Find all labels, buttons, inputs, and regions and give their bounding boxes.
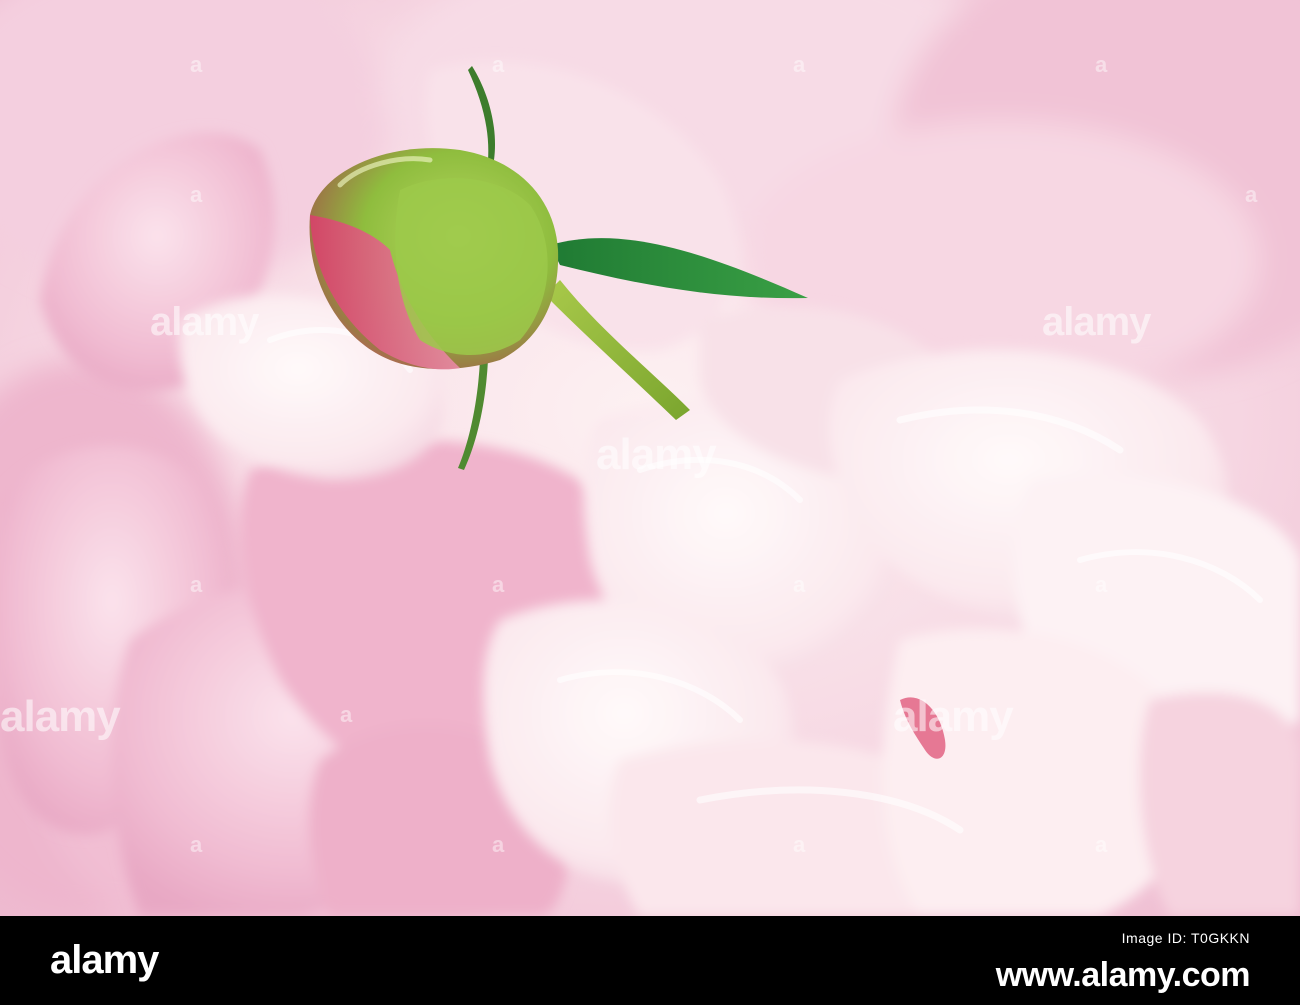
watermark-small: a xyxy=(1245,182,1258,207)
watermark-small: a xyxy=(793,832,806,857)
watermark-right: alamy xyxy=(893,692,1014,741)
watermark-small: a xyxy=(1095,832,1108,857)
site-url: www.alamy.com xyxy=(995,956,1251,994)
watermark-left: alamy xyxy=(0,692,121,741)
watermark-small: a xyxy=(340,702,353,727)
watermark-small: a xyxy=(492,832,505,857)
watermark-small: a xyxy=(793,572,806,597)
watermark-upper-left: alamy xyxy=(150,300,259,344)
watermark-small: a xyxy=(492,572,505,597)
watermark-center: alamy xyxy=(596,430,717,479)
watermark-small: a xyxy=(1095,572,1108,597)
alamy-logo: alamy xyxy=(50,938,159,982)
watermark-small: a xyxy=(190,572,203,597)
watermark-small: a xyxy=(1095,52,1108,77)
peony-photo: alamy alamy alamy alamy alamy a a a a a … xyxy=(0,0,1300,916)
watermark-upper-right: alamy xyxy=(1042,300,1151,344)
footer-bar: alamy Image ID: T0GKKN www.alamy.com xyxy=(0,916,1300,1005)
image-id: Image ID: T0GKKN xyxy=(1121,930,1250,946)
watermark-small: a xyxy=(190,832,203,857)
watermark-small: a xyxy=(793,52,806,77)
watermark-small: a xyxy=(190,52,203,77)
watermark-small: a xyxy=(492,52,505,77)
watermark-small: a xyxy=(190,182,203,207)
